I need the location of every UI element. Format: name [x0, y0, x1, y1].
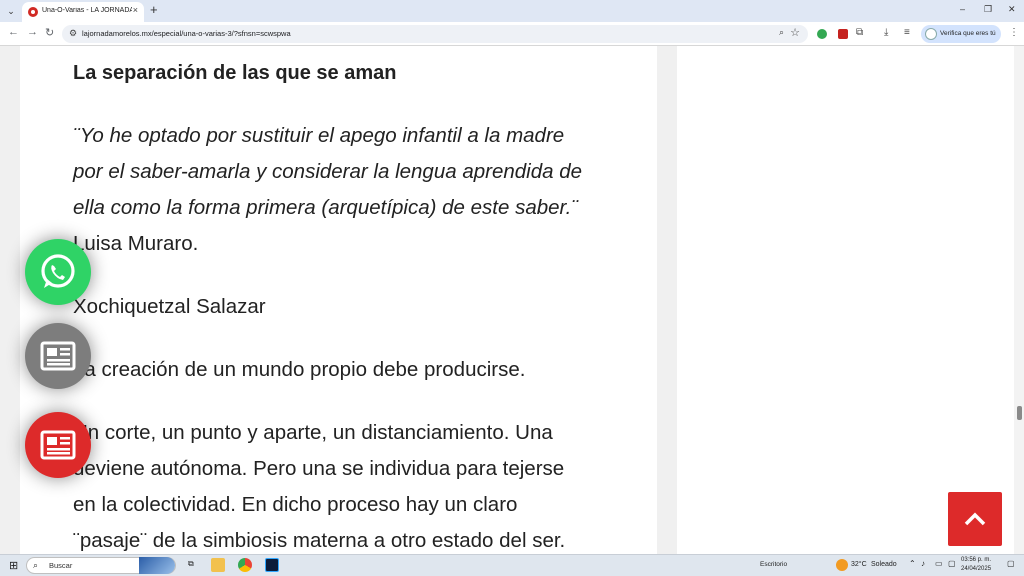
temperature[interactable]: 32°C	[851, 561, 867, 568]
minimize-button[interactable]: –	[960, 4, 965, 14]
chevron-up-icon	[964, 512, 986, 526]
taskbar: ⊞ ⌕ Buscar ⧉ Escritorio 32°C Soleado ⌃ ♪…	[0, 554, 1024, 576]
weather-label[interactable]: Soleado	[871, 561, 897, 568]
url-text: lajornadamorelos.mx/especial/una-o-varia…	[82, 29, 291, 38]
desktop-label[interactable]: Escritorio	[760, 561, 787, 568]
section-heading: La separación de las que se aman	[73, 62, 397, 84]
tab-title: Una-O-Varias - LA JORNADA M	[42, 7, 132, 14]
profile-verify-button[interactable]: Verifica que eres tú	[921, 25, 1001, 43]
scrollbar-thumb[interactable]	[1017, 406, 1022, 420]
menu-kebab-icon[interactable]: ⋮	[1009, 27, 1019, 38]
search-icon: ⌕	[33, 560, 39, 570]
tab-strip: ⌄ Una-O-Varias - LA JORNADA M × + – ❐ ✕	[0, 0, 1024, 22]
taskbar-search[interactable]: ⌕ Buscar	[26, 557, 176, 574]
newspaper-icon	[40, 430, 76, 460]
sidebar	[677, 46, 1014, 554]
speaker-icon[interactable]: ♪	[921, 559, 925, 568]
task-view-icon[interactable]: ⧉	[188, 559, 194, 569]
back-arrow-icon[interactable]: ←	[8, 26, 19, 38]
whatsapp-icon	[41, 254, 75, 288]
tab-close-icon[interactable]: ×	[133, 5, 138, 15]
close-window-button[interactable]: ✕	[1008, 4, 1016, 15]
battery-icon[interactable]: ▢	[948, 559, 956, 568]
newspaper-icon	[40, 341, 76, 371]
paragraph-line: ¨pasaje¨ de la simbiosis materna a otro …	[73, 529, 566, 552]
quote-line: ¨Yo he optado por sustituir el apego inf…	[73, 124, 565, 147]
verify-label: Verifica que eres tú	[940, 30, 996, 37]
site-info-icon[interactable]: ⚙	[69, 28, 77, 39]
quote-line: ella como la forma primera (arquetípica)…	[73, 196, 579, 219]
file-explorer-icon[interactable]	[211, 558, 225, 572]
profile-avatar-icon	[925, 28, 937, 40]
paragraph-line: Un corte, un punto y aparte, un distanci…	[73, 421, 553, 444]
zoom-icon[interactable]: ⌕	[779, 27, 784, 38]
web-page: La separación de las que se aman ¨Yo he …	[0, 46, 1024, 554]
tab-search-icon[interactable]: ⌄	[4, 4, 18, 18]
article-column: La separación de las que se aman ¨Yo he …	[20, 46, 657, 554]
browser-toolbar: ← → ↻ ⚙ lajornadamorelos.mx/especial/una…	[0, 22, 1024, 46]
new-tab-button[interactable]: +	[150, 3, 158, 17]
extension-check-icon[interactable]	[817, 29, 827, 39]
site-favicon-icon	[28, 7, 38, 17]
extension-shield-icon[interactable]	[838, 29, 848, 39]
article-author: Xochiquetzal Salazar	[73, 295, 266, 318]
browser-tab[interactable]: Una-O-Varias - LA JORNADA M ×	[22, 2, 144, 22]
search-label: Buscar	[49, 561, 73, 570]
bookmark-star-icon[interactable]: ☆	[790, 26, 800, 39]
quote-line: por el saber-amarla y considerar la leng…	[73, 160, 583, 183]
paragraph-line: en la colectividad. En dicho proceso hay…	[73, 493, 518, 516]
download-icon[interactable]: ⤓	[884, 27, 888, 38]
paragraph: La creación de un mundo propio debe prod…	[73, 358, 526, 381]
restore-button[interactable]: ❐	[984, 4, 992, 15]
news-gray-button[interactable]	[25, 323, 91, 389]
extensions-puzzle-icon[interactable]: ⧉	[856, 27, 863, 38]
reading-list-icon[interactable]: ≡	[904, 27, 910, 38]
photoshop-icon[interactable]	[265, 558, 279, 572]
tray-chevron-icon[interactable]: ⌃	[909, 559, 916, 568]
quote-author: Luisa Muraro.	[73, 232, 199, 255]
paragraph-line: deviene autónoma. Pero una se individua …	[73, 457, 565, 480]
clock-date[interactable]: 24/04/2025	[961, 566, 991, 572]
reload-icon[interactable]: ↻	[45, 26, 54, 39]
search-highlight-image	[139, 557, 175, 574]
news-red-button[interactable]	[25, 412, 91, 478]
back-to-top-button[interactable]	[948, 492, 1002, 546]
whatsapp-share-button[interactable]	[25, 239, 91, 305]
scrollbar[interactable]	[1014, 46, 1024, 554]
address-bar[interactable]: ⚙ lajornadamorelos.mx/especial/una-o-var…	[62, 25, 808, 43]
screen: ⌄ Una-O-Varias - LA JORNADA M × + – ❐ ✕ …	[0, 0, 1024, 576]
network-icon[interactable]: ▭	[935, 559, 943, 568]
notification-icon[interactable]: ▢	[1007, 559, 1015, 568]
forward-arrow-icon[interactable]: →	[27, 26, 38, 38]
chrome-icon[interactable]	[238, 558, 252, 572]
clock-time[interactable]: 03:56 p. m.	[961, 557, 991, 563]
weather-sun-icon	[836, 559, 848, 571]
windows-start-icon[interactable]: ⊞	[9, 559, 18, 572]
